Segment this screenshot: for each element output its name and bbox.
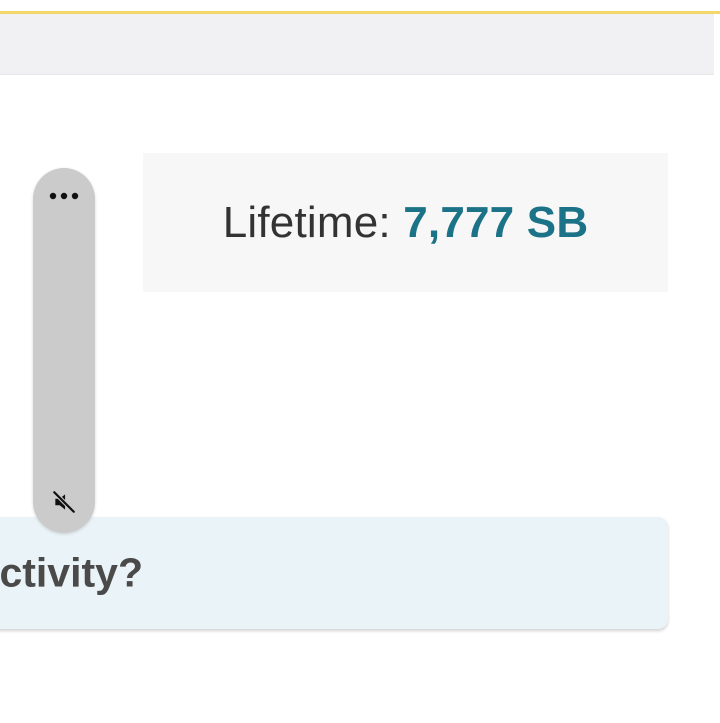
page: Lifetime: 7,777 SB ctivity?: [0, 0, 720, 723]
lifetime-points-text: Lifetime: 7,777 SB: [223, 198, 589, 248]
more-options-icon[interactable]: [33, 184, 95, 208]
activity-question-card[interactable]: ctivity?: [0, 517, 668, 629]
lifetime-label: Lifetime:: [222, 197, 391, 247]
activity-question-text: ctivity?: [0, 549, 143, 596]
lifetime-value: 7,777 SB: [403, 197, 589, 247]
lifetime-points-card: Lifetime: 7,777 SB: [143, 153, 668, 292]
top-banner-edge: [0, 0, 720, 14]
header-strip: [0, 14, 714, 75]
floating-control-panel[interactable]: [33, 168, 95, 533]
volume-muted-icon[interactable]: [33, 487, 95, 517]
